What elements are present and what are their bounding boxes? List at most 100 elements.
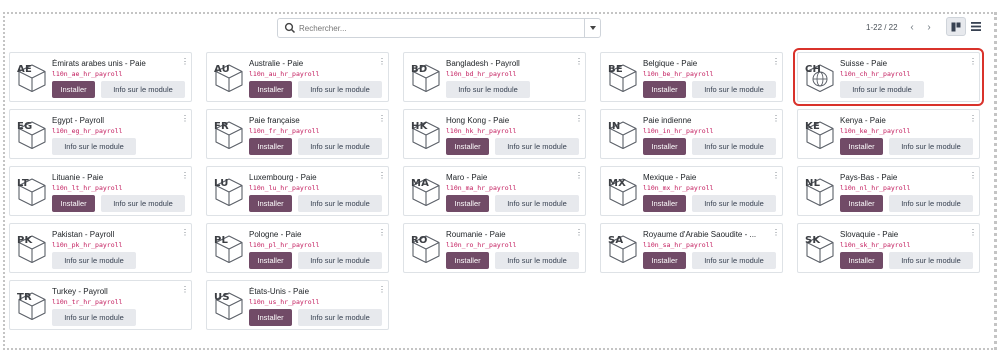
kebab-menu-icon[interactable]: ⋮ bbox=[575, 228, 583, 238]
search-input[interactable] bbox=[299, 20, 579, 36]
module-card-bd[interactable]: BD Bangladesh - Payroll l10n_bd_hr_payroll… bbox=[403, 52, 586, 102]
kebab-menu-icon[interactable]: ⋮ bbox=[378, 285, 386, 295]
install-button[interactable]: Installer bbox=[249, 195, 292, 212]
module-info-button[interactable]: Info sur le module bbox=[101, 81, 185, 98]
install-button[interactable]: Installer bbox=[249, 252, 292, 269]
module-info-button[interactable]: Info sur le module bbox=[446, 81, 530, 98]
module-info-button[interactable]: Info sur le module bbox=[495, 252, 579, 269]
kanban-view-button[interactable] bbox=[946, 17, 966, 36]
module-card-ma[interactable]: MA Maro - Paie l10n_ma_hr_payroll Installer… bbox=[403, 166, 586, 216]
module-info-button[interactable]: Info sur le module bbox=[298, 138, 382, 155]
module-info-button[interactable]: Info sur le module bbox=[889, 252, 973, 269]
kebab-menu-icon[interactable]: ⋮ bbox=[378, 114, 386, 124]
module-card-pl[interactable]: PL Pologne - Paie l10n_pl_hr_payroll Instal… bbox=[206, 223, 389, 273]
module-info-button[interactable]: Info sur le module bbox=[692, 252, 776, 269]
module-cube-icon: TR bbox=[17, 291, 47, 321]
install-button[interactable]: Installer bbox=[840, 195, 883, 212]
install-button[interactable]: Installer bbox=[52, 195, 95, 212]
kebab-menu-icon[interactable]: ⋮ bbox=[772, 57, 780, 67]
pager-next-button[interactable]: › bbox=[921, 18, 937, 36]
module-card-lu[interactable]: LU Luxembourg - Paie l10n_lu_hr_payroll Ins… bbox=[206, 166, 389, 216]
kebab-menu-icon[interactable]: ⋮ bbox=[772, 228, 780, 238]
kebab-menu-icon[interactable]: ⋮ bbox=[969, 228, 977, 238]
module-info-button[interactable]: Info sur le module bbox=[692, 138, 776, 155]
module-card-in[interactable]: IN Paie indienne l10n_in_hr_payroll Install… bbox=[600, 109, 783, 159]
module-card-ke[interactable]: KE Kenya - Paie l10n_ke_hr_payroll Installe… bbox=[797, 109, 980, 159]
module-card-us[interactable]: US États-Unis - Paie l10n_us_hr_payroll Ins… bbox=[206, 280, 389, 330]
module-technical-name: l10n_fr_hr_payroll bbox=[249, 127, 320, 135]
install-button[interactable]: Installer bbox=[643, 138, 686, 155]
module-info-button[interactable]: Info sur le module bbox=[298, 81, 382, 98]
kebab-menu-icon[interactable]: ⋮ bbox=[378, 228, 386, 238]
install-button[interactable]: Installer bbox=[643, 252, 686, 269]
install-button[interactable]: Installer bbox=[52, 81, 95, 98]
install-button[interactable]: Installer bbox=[840, 252, 883, 269]
module-card-lt[interactable]: LT Lituanie - Paie l10n_lt_hr_payroll Insta… bbox=[9, 166, 192, 216]
module-technical-name: l10n_tr_hr_payroll bbox=[52, 298, 123, 306]
country-code: MX bbox=[608, 178, 627, 189]
kebab-menu-icon[interactable]: ⋮ bbox=[575, 114, 583, 124]
kebab-menu-icon[interactable]: ⋮ bbox=[181, 171, 189, 181]
module-card-au[interactable]: AU Australie - Paie l10n_au_hr_payroll Inst… bbox=[206, 52, 389, 102]
module-name: Egypt - Payroll bbox=[52, 116, 105, 125]
kebab-menu-icon[interactable]: ⋮ bbox=[378, 57, 386, 67]
kebab-menu-icon[interactable]: ⋮ bbox=[181, 285, 189, 295]
kebab-menu-icon[interactable]: ⋮ bbox=[181, 114, 189, 124]
module-info-button[interactable]: Info sur le module bbox=[840, 81, 924, 98]
module-info-button[interactable]: Info sur le module bbox=[52, 309, 136, 326]
module-card-hk[interactable]: HK Hong Kong - Paie l10n_hk_hr_payroll Inst… bbox=[403, 109, 586, 159]
install-button[interactable]: Installer bbox=[249, 138, 292, 155]
kebab-menu-icon[interactable]: ⋮ bbox=[969, 171, 977, 181]
module-cube-icon: MA bbox=[411, 177, 441, 207]
module-info-button[interactable]: Info sur le module bbox=[298, 195, 382, 212]
module-card-pk[interactable]: PK Pakistan - Payroll l10n_pk_hr_payroll In… bbox=[9, 223, 192, 273]
list-view-button[interactable] bbox=[966, 17, 986, 36]
install-button[interactable]: Installer bbox=[840, 138, 883, 155]
pager-value[interactable]: 1-22 / 22 bbox=[866, 23, 898, 32]
module-info-button[interactable]: Info sur le module bbox=[298, 252, 382, 269]
module-info-button[interactable]: Info sur le module bbox=[495, 195, 579, 212]
pager-previous-button[interactable]: ‹ bbox=[904, 18, 920, 36]
install-button[interactable]: Installer bbox=[643, 81, 686, 98]
kebab-menu-icon[interactable]: ⋮ bbox=[772, 171, 780, 181]
kebab-menu-icon[interactable]: ⋮ bbox=[969, 57, 977, 67]
module-info-button[interactable]: Info sur le module bbox=[52, 138, 136, 155]
module-technical-name: l10n_ma_hr_payroll bbox=[446, 184, 517, 192]
module-card-sk[interactable]: SK Slovaquie - Paie l10n_sk_hr_payroll Inst… bbox=[797, 223, 980, 273]
module-card-nl[interactable]: NL Pays-Bas - Paie l10n_nl_hr_payroll Insta… bbox=[797, 166, 980, 216]
search-dropdown-toggle[interactable] bbox=[584, 19, 600, 37]
module-card-ch[interactable]: CH Suisse - Paie l10n_ch_hr_payroll Info su… bbox=[793, 48, 984, 106]
module-card-ae[interactable]: AE Émirats arabes unis - Paie l10n_ae_hr_p… bbox=[9, 52, 192, 102]
module-info-button[interactable]: Info sur le module bbox=[692, 81, 776, 98]
kebab-menu-icon[interactable]: ⋮ bbox=[772, 114, 780, 124]
module-info-button[interactable]: Info sur le module bbox=[52, 252, 136, 269]
module-card-be[interactable]: BE Belgique - Paie l10n_be_hr_payroll Insta… bbox=[600, 52, 783, 102]
module-info-button[interactable]: Info sur le module bbox=[889, 138, 973, 155]
module-card-sa[interactable]: SA Royaume d'Arabie Saoudite - ... l10n_sa… bbox=[600, 223, 783, 273]
module-card-eg[interactable]: EG Egypt - Payroll l10n_eg_hr_payroll Info … bbox=[9, 109, 192, 159]
install-button[interactable]: Installer bbox=[446, 195, 489, 212]
kebab-menu-icon[interactable]: ⋮ bbox=[575, 171, 583, 181]
install-button[interactable]: Installer bbox=[446, 252, 489, 269]
install-button[interactable]: Installer bbox=[643, 195, 686, 212]
kebab-menu-icon[interactable]: ⋮ bbox=[575, 57, 583, 67]
module-info-button[interactable]: Info sur le module bbox=[495, 138, 579, 155]
search-bar[interactable] bbox=[277, 18, 601, 38]
module-info-button[interactable]: Info sur le module bbox=[298, 309, 382, 326]
country-code: PK bbox=[17, 235, 33, 246]
install-button[interactable]: Installer bbox=[249, 309, 292, 326]
install-button[interactable]: Installer bbox=[249, 81, 292, 98]
kebab-menu-icon[interactable]: ⋮ bbox=[969, 114, 977, 124]
module-info-button[interactable]: Info sur le module bbox=[692, 195, 776, 212]
module-technical-name: l10n_eg_hr_payroll bbox=[52, 127, 123, 135]
module-card-tr[interactable]: TR Turkey - Payroll l10n_tr_hr_payroll Info… bbox=[9, 280, 192, 330]
kebab-menu-icon[interactable]: ⋮ bbox=[378, 171, 386, 181]
module-info-button[interactable]: Info sur le module bbox=[889, 195, 973, 212]
module-card-mx[interactable]: MX Mexique - Paie l10n_mx_hr_payroll Instal… bbox=[600, 166, 783, 216]
module-card-ro[interactable]: RO Roumanie - Paie l10n_ro_hr_payroll Insta… bbox=[403, 223, 586, 273]
kebab-menu-icon[interactable]: ⋮ bbox=[181, 228, 189, 238]
kebab-menu-icon[interactable]: ⋮ bbox=[181, 57, 189, 67]
module-info-button[interactable]: Info sur le module bbox=[101, 195, 185, 212]
install-button[interactable]: Installer bbox=[446, 138, 489, 155]
module-card-fr[interactable]: FR Paie française l10n_fr_hr_payroll Instal… bbox=[206, 109, 389, 159]
